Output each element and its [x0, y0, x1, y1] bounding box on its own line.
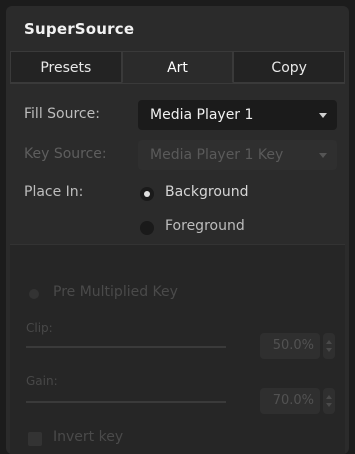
gain-slider — [26, 401, 226, 403]
clip-stepper — [323, 333, 335, 359]
chevron-down-icon — [326, 348, 332, 352]
foreground-radio[interactable] — [140, 221, 154, 235]
tab-art[interactable]: Art — [121, 51, 234, 83]
gain-stepper — [323, 388, 335, 414]
tab-presets[interactable]: Presets — [10, 51, 122, 83]
foreground-radio-label: Foreground — [165, 218, 245, 234]
key-adjustments-section: Pre Multiplied Key Clip: 50.0% Gain: 70.… — [10, 244, 345, 454]
pre-multiplied-key-label: Pre Multiplied Key — [53, 284, 178, 300]
gain-label: Gain: — [26, 374, 58, 388]
panel-title: SuperSource — [24, 20, 135, 38]
fill-source-label: Fill Source: — [24, 106, 100, 122]
fill-source-dropdown[interactable]: Media Player 1 — [138, 100, 337, 130]
window-frame: SuperSource Presets Art Copy Fill Source… — [0, 0, 355, 454]
clip-value-field: 50.0% — [260, 333, 320, 359]
chevron-up-icon — [326, 395, 332, 399]
key-source-label: Key Source: — [24, 146, 107, 162]
pre-multiplied-key-toggle — [29, 289, 39, 299]
art-settings-section: Fill Source: Media Player 1 Key Source: … — [10, 83, 345, 242]
gain-value-field: 70.0% — [260, 388, 320, 414]
invert-key-checkbox — [28, 432, 42, 446]
key-source-dropdown: Media Player 1 Key — [138, 140, 337, 170]
chevron-up-icon — [326, 340, 332, 344]
tab-copy[interactable]: Copy — [233, 51, 346, 83]
place-in-label: Place In: — [24, 184, 84, 200]
chevron-down-icon — [319, 113, 327, 118]
background-radio-label: Background — [165, 184, 249, 200]
chevron-down-icon — [319, 153, 327, 158]
fill-source-value: Media Player 1 — [150, 107, 254, 123]
clip-slider — [26, 346, 226, 348]
chevron-down-icon — [326, 403, 332, 407]
key-source-value: Media Player 1 Key — [150, 147, 284, 163]
supersource-panel: SuperSource Presets Art Copy Fill Source… — [6, 6, 349, 454]
clip-label: Clip: — [26, 321, 53, 335]
tab-bar: Presets Art Copy — [10, 51, 346, 83]
background-radio[interactable] — [140, 187, 154, 201]
invert-key-label: Invert key — [53, 429, 124, 445]
